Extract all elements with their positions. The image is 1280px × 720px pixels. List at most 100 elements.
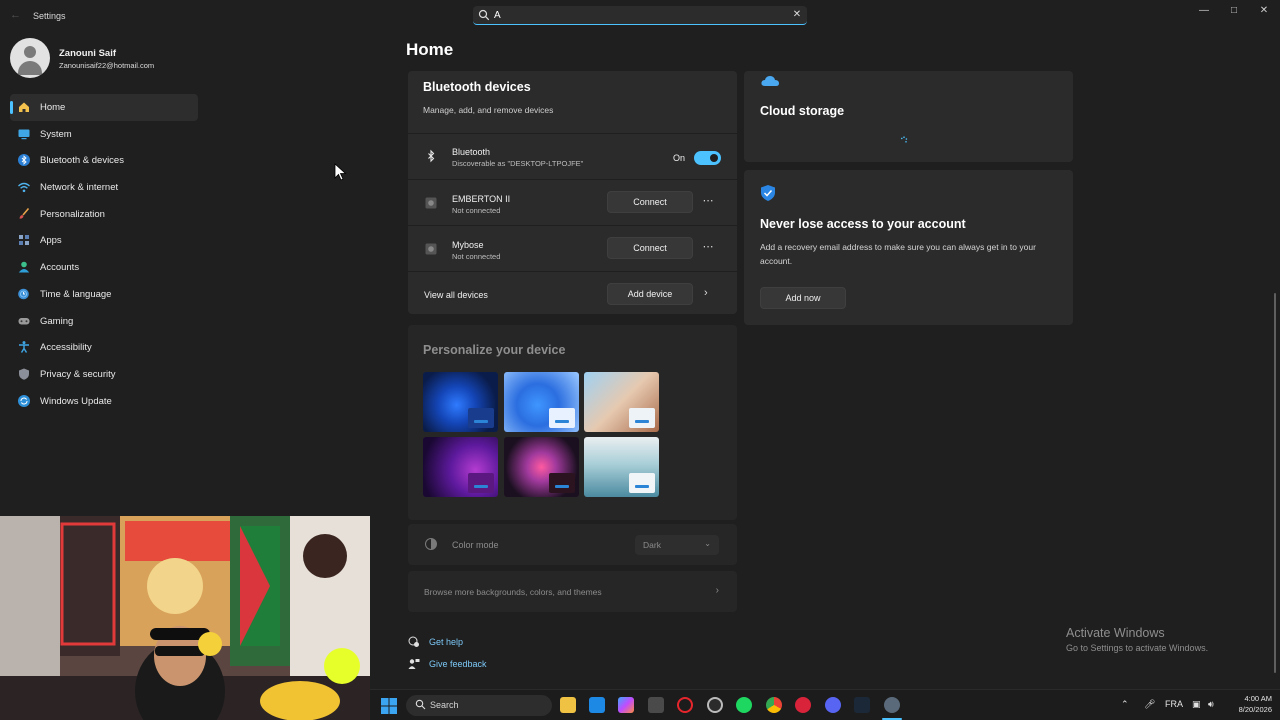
color-mode-row: Color mode Dark ⌄	[408, 524, 737, 565]
onedrive-cloud-icon	[761, 76, 779, 86]
sidebar-item-accounts[interactable]: Accounts	[10, 254, 198, 281]
get-help-label: Get help	[429, 637, 464, 647]
sidebar-item-accessibility[interactable]: Accessibility	[10, 334, 198, 361]
avatar	[10, 38, 50, 78]
sidebar-item-network[interactable]: Network & internet	[10, 174, 198, 201]
sidebar-item-privacy[interactable]: Privacy & security	[10, 361, 198, 388]
file-explorer-icon[interactable]	[560, 697, 576, 713]
theme-thumbnail-flower[interactable]	[504, 437, 579, 497]
add-now-button[interactable]: Add now	[760, 287, 846, 309]
view-all-devices-link[interactable]: View all devices	[424, 290, 488, 300]
more-options-icon[interactable]: ⋯	[700, 242, 716, 255]
minimize-button[interactable]: —	[1187, 0, 1221, 22]
device-name: Mybose	[452, 240, 484, 250]
device-status: Not connected	[452, 252, 501, 261]
card-title: Bluetooth devices	[423, 80, 531, 94]
card-title: Cloud storage	[760, 104, 845, 118]
sidebar-item-windows-update[interactable]: Windows Update	[10, 388, 198, 415]
update-icon	[18, 394, 30, 407]
opera-gx-icon[interactable]	[677, 697, 693, 713]
volume-icon[interactable]: 🔊︎	[1208, 699, 1214, 710]
close-window-button[interactable]: ✕	[1247, 0, 1280, 22]
sidebar-item-label: Personalization	[40, 208, 105, 220]
account-recovery-card: Never lose access to your account Add a …	[744, 170, 1073, 325]
theme-thumbnail-purple[interactable]	[423, 437, 498, 497]
connect-button[interactable]: Connect	[607, 237, 693, 259]
browse-themes-row[interactable]: Browse more backgrounds, colors, and the…	[408, 571, 737, 612]
taskbar-search[interactable]: Search	[406, 695, 552, 716]
activate-windows-subtitle: Go to Settings to activate Windows.	[1066, 643, 1209, 653]
windows-start-icon[interactable]	[381, 698, 397, 714]
discord-icon[interactable]	[825, 697, 841, 713]
home-icon	[19, 102, 29, 112]
sidebar-item-label: Accessibility	[40, 342, 92, 354]
app-icon[interactable]	[707, 697, 723, 713]
settings-gear-icon[interactable]	[884, 697, 900, 713]
color-mode-label: Color mode	[452, 540, 499, 550]
search-icon	[415, 699, 426, 710]
mouse-cursor-icon	[334, 163, 347, 181]
sidebar-item-system[interactable]: System	[10, 121, 198, 148]
sidebar-item-label: Apps	[40, 235, 62, 247]
user-profile[interactable]: Zanouni Saif Zanounisaif22@hotmail.com	[10, 38, 250, 78]
theme-thumbnail-blue-dark[interactable]	[423, 372, 498, 432]
device-name: EMBERTON II	[452, 194, 511, 204]
card-title: Never lose access to your account	[760, 217, 966, 231]
sidebar-item-bluetooth[interactable]: Bluetooth & devices	[10, 147, 198, 174]
spotify-icon[interactable]	[736, 697, 752, 713]
search-input[interactable]	[494, 7, 784, 23]
sidebar-item-personalization[interactable]: Personalization	[10, 201, 198, 228]
sidebar-item-apps[interactable]: Apps	[10, 227, 198, 254]
sidebar-item-label: Time & language	[40, 288, 112, 300]
card-description: Add a recovery email address to make sur…	[760, 242, 1036, 266]
language-indicator[interactable]: FRA	[1165, 699, 1183, 709]
bluetooth-label: Bluetooth	[452, 147, 491, 157]
add-device-button[interactable]: Add device	[607, 283, 693, 305]
chevron-up-icon[interactable]: ⌃	[1121, 699, 1129, 710]
webcam-overlay	[0, 516, 370, 720]
chevron-right-icon[interactable]: ›	[704, 287, 708, 299]
globe-clock-icon	[18, 288, 29, 300]
sidebar-item-home[interactable]: Home	[10, 94, 198, 121]
maximize-button[interactable]: □	[1217, 0, 1251, 22]
accounts-icon	[18, 261, 30, 273]
sidebar-item-label: Windows Update	[40, 395, 112, 407]
scrollbar[interactable]	[1274, 293, 1276, 673]
bluetooth-devices-card: Bluetooth devices Manage, add, and remov…	[408, 71, 737, 314]
copilot-icon[interactable]	[618, 697, 634, 713]
color-mode-dropdown[interactable]: Dark ⌄	[635, 535, 719, 555]
sidebar-item-label: Home	[40, 102, 66, 113]
sidebar-item-time-language[interactable]: Time & language	[10, 281, 198, 308]
steam-icon[interactable]	[854, 697, 870, 713]
microsoft-store-icon[interactable]	[589, 697, 605, 713]
clear-search-icon[interactable]: ✕	[791, 8, 803, 22]
sidebar-item-label: Privacy & security	[40, 368, 116, 380]
activate-windows-title: Activate Windows	[1066, 626, 1165, 640]
more-options-icon[interactable]: ⋯	[700, 196, 716, 209]
theme-thumbnail-landscape[interactable]	[584, 372, 659, 432]
give-feedback-link[interactable]: Give feedback	[408, 657, 498, 673]
connect-button[interactable]: Connect	[607, 191, 693, 213]
calculator-icon[interactable]	[648, 697, 664, 713]
app-title: Settings	[33, 11, 66, 21]
back-arrow-icon[interactable]: ←	[10, 9, 22, 23]
clock-time: 4:00 AM	[1244, 694, 1272, 703]
color-mode-value: Dark	[643, 540, 661, 550]
speaker-icon	[425, 243, 437, 255]
accessibility-icon	[19, 341, 29, 354]
sidebar-item-label: System	[40, 128, 72, 140]
bluetooth-status: Discoverable as "DESKTOP-LTPOJFE"	[452, 159, 584, 168]
sidebar-item-label: Network & internet	[40, 182, 119, 194]
adobe-icon[interactable]	[795, 697, 811, 713]
chrome-icon[interactable]	[766, 697, 782, 713]
theme-thumbnail-blue-light[interactable]	[504, 372, 579, 432]
system-clock[interactable]: 4:00 AM 8/20/2026	[1222, 693, 1272, 715]
bluetooth-toggle[interactable]	[694, 151, 721, 165]
theme-thumbnail-lake[interactable]	[584, 437, 659, 497]
microphone-icon[interactable]: 🎤︎	[1144, 699, 1155, 710]
brush-icon	[19, 207, 30, 219]
get-help-link[interactable]: Get help	[408, 635, 488, 651]
settings-search-box[interactable]: ✕	[473, 6, 807, 25]
network-icon[interactable]: ▣	[1192, 699, 1201, 710]
sidebar-item-gaming[interactable]: Gaming	[10, 308, 198, 335]
